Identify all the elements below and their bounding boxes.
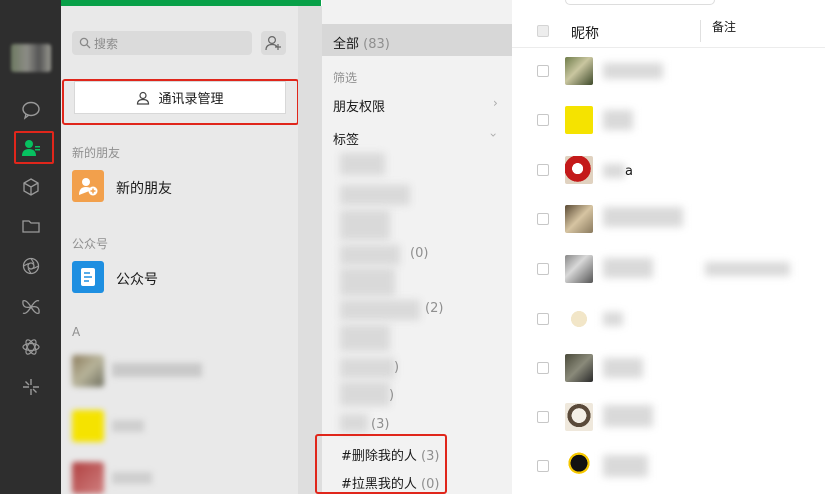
contact-name-redacted (603, 258, 653, 278)
add-contact-icon (264, 35, 281, 51)
filter-heading: 筛选 (333, 71, 358, 85)
contact-name-redacted (603, 455, 648, 477)
tag-count: (3) (371, 417, 390, 432)
friend-permission-item[interactable]: 朋友权限 (333, 96, 385, 115)
row-checkbox[interactable] (537, 65, 549, 77)
row-checkbox[interactable] (537, 164, 549, 176)
contact-avatar (72, 462, 104, 494)
tag-count: ) (389, 388, 395, 403)
chevron-right-icon: › (493, 96, 498, 110)
tags-item[interactable]: 标签 (333, 129, 359, 148)
tag-count: ) (394, 360, 400, 375)
nickname-column-header[interactable]: 昵称 (571, 23, 599, 43)
tag-deleted-me[interactable]: #删除我的人 (3) (341, 445, 439, 464)
tag-item-redacted[interactable] (340, 325, 390, 351)
contact-avatar (565, 403, 593, 431)
row-checkbox[interactable] (537, 313, 549, 325)
atom-icon[interactable] (18, 334, 44, 360)
row-checkbox[interactable] (537, 460, 549, 472)
search-icon (79, 37, 91, 49)
public-accounts-item[interactable]: 公众号 (116, 269, 158, 289)
contact-avatar (565, 305, 593, 333)
panel-divider (298, 6, 322, 494)
contact-remark-redacted (705, 262, 790, 276)
sparkle-icon[interactable] (18, 374, 44, 400)
contact-avatar (565, 156, 593, 184)
contact-name-redacted (603, 110, 633, 130)
chevron-down-icon: › (486, 132, 501, 138)
row-checkbox[interactable] (537, 263, 549, 275)
contact-avatar (565, 106, 593, 134)
contact-name-redacted (112, 472, 152, 484)
column-separator (700, 20, 701, 42)
butterfly-icon[interactable] (18, 294, 44, 320)
tag-count: (0) (410, 246, 429, 261)
folder-icon[interactable] (18, 213, 44, 239)
tag-item-redacted[interactable] (340, 414, 368, 432)
tag-item-redacted[interactable] (340, 268, 395, 296)
section-new-friends: 新的朋友 (72, 146, 121, 160)
contact-avatar (565, 255, 593, 283)
row-checkbox[interactable] (537, 411, 549, 423)
row-checkbox[interactable] (537, 213, 549, 225)
contact-name-redacted (112, 363, 202, 377)
tag-count: (2) (425, 301, 444, 316)
contact-list-panel (512, 0, 825, 494)
tag-item-redacted[interactable] (340, 245, 400, 265)
management-highlight (62, 79, 299, 125)
contact-name-redacted (603, 63, 663, 79)
contact-name-redacted (603, 358, 643, 378)
document-icon (81, 268, 95, 286)
icon-rail (0, 0, 61, 494)
tag-item-redacted[interactable] (340, 185, 410, 205)
search-field-edge (565, 0, 715, 5)
letter-index-a: A (72, 325, 81, 339)
new-friends-avatar (72, 170, 104, 202)
tag-item-redacted[interactable] (340, 153, 385, 175)
row-checkbox[interactable] (537, 114, 549, 126)
contact-avatar (72, 410, 104, 442)
contact-name-redacted (603, 207, 683, 227)
tag-item-redacted[interactable] (340, 300, 420, 320)
contacts-icon[interactable] (18, 135, 44, 161)
contact-avatar (72, 355, 104, 387)
aperture-icon[interactable] (18, 253, 44, 279)
tag-item-redacted[interactable] (340, 210, 390, 240)
add-friend-button[interactable] (261, 31, 286, 55)
public-accounts-avatar (72, 261, 104, 293)
contact-name-partial: a (625, 164, 633, 179)
contact-name-redacted (112, 420, 144, 432)
row-checkbox[interactable] (537, 362, 549, 374)
search-placeholder: 搜索 (94, 37, 119, 51)
contact-name-redacted (603, 405, 653, 427)
tag-item-redacted[interactable] (340, 358, 395, 378)
contact-name-redacted (603, 164, 625, 178)
contact-avatar (565, 57, 593, 85)
cube-icon[interactable] (18, 174, 44, 200)
all-contacts-label: 全部 (83) (333, 37, 390, 52)
select-all-checkbox[interactable] (537, 25, 549, 37)
new-friends-item[interactable]: 新的朋友 (116, 178, 172, 198)
new-friend-icon (79, 178, 98, 196)
section-public-accounts: 公众号 (72, 237, 109, 251)
tag-item-redacted[interactable] (340, 382, 390, 406)
contact-avatar (565, 452, 593, 480)
contact-avatar (565, 354, 593, 382)
avatar[interactable] (11, 44, 51, 72)
contact-name-redacted (603, 312, 623, 326)
header-divider (512, 47, 825, 48)
chat-icon[interactable] (18, 97, 44, 123)
tag-blocked-me[interactable]: #拉黑我的人 (0) (341, 473, 439, 492)
contact-avatar (565, 205, 593, 233)
remark-column-header[interactable]: 备注 (712, 18, 736, 35)
